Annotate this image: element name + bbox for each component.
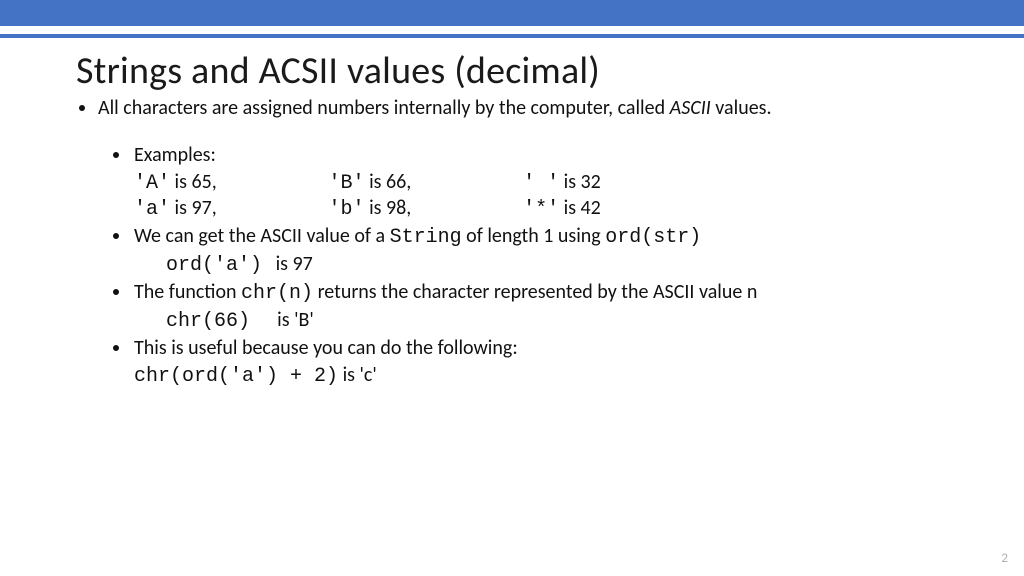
ex-space-val: is 32	[559, 170, 601, 194]
ex-B-char: 'B'	[329, 172, 365, 195]
ex-b-val: is 98,	[365, 196, 412, 220]
useful-ex-code: chr(ord('a') + 2)	[134, 365, 338, 388]
accent-bar-top	[0, 0, 1024, 26]
ord-string-kw: String	[390, 226, 462, 249]
chr-post: returns the character represented by the…	[313, 280, 757, 304]
slide-body: All characters are assigned numbers inte…	[76, 96, 974, 389]
ord-example: ord('a') is 97	[132, 252, 974, 278]
useful-bullet: This is useful because you can do the fo…	[132, 336, 974, 361]
chr-example: chr(66) is 'B'	[132, 308, 974, 334]
ex-B-val: is 66,	[365, 170, 412, 194]
chr-ex-code: chr(66)	[166, 310, 250, 333]
ex-A-val: is 65,	[170, 170, 217, 194]
ord-mid: of length 1 using	[462, 224, 606, 248]
ord-bullet: We can get the ASCII value of a String o…	[132, 224, 974, 250]
intro-text-pre: All characters are assigned numbers inte…	[98, 96, 670, 120]
ord-ex-res: is 97	[262, 252, 313, 276]
ord-func: ord(str)	[605, 226, 701, 249]
ex-b-char: 'b'	[329, 198, 365, 221]
chr-pre: The function	[134, 280, 241, 304]
ex-star-val: is 42	[559, 196, 601, 220]
useful-example: chr(ord('a') + 2) is 'c'	[132, 363, 974, 389]
examples-label: Examples:	[132, 143, 974, 168]
ord-pre: We can get the ASCII value of a	[134, 224, 390, 248]
examples-block: 'A' is 65, 'B' is 66, ' ' is 32 'a' is 9…	[132, 170, 974, 222]
ex-star-char: '*'	[523, 198, 559, 221]
useful-ex-res: is 'c'	[338, 363, 377, 387]
slide-title: Strings and ACSII values (decimal)	[76, 48, 974, 94]
ord-ex-code: ord('a')	[166, 254, 262, 277]
intro-text-ascii: ASCII	[670, 96, 711, 120]
intro-text-post: values.	[711, 96, 772, 120]
page-number: 2	[1001, 551, 1008, 566]
ex-space-char: ' '	[523, 172, 559, 195]
ex-a-val: is 97,	[170, 196, 217, 220]
chr-bullet: The function chr(n) returns the characte…	[132, 280, 974, 306]
chr-ex-res: is 'B'	[250, 308, 314, 332]
ex-A-char: 'A'	[134, 172, 170, 195]
ex-a-char: 'a'	[134, 198, 170, 221]
chr-func: chr(n)	[241, 282, 313, 305]
accent-bar-thin	[0, 34, 1024, 38]
slide-content: Strings and ACSII values (decimal) All c…	[76, 48, 974, 391]
intro-bullet: All characters are assigned numbers inte…	[98, 96, 974, 389]
